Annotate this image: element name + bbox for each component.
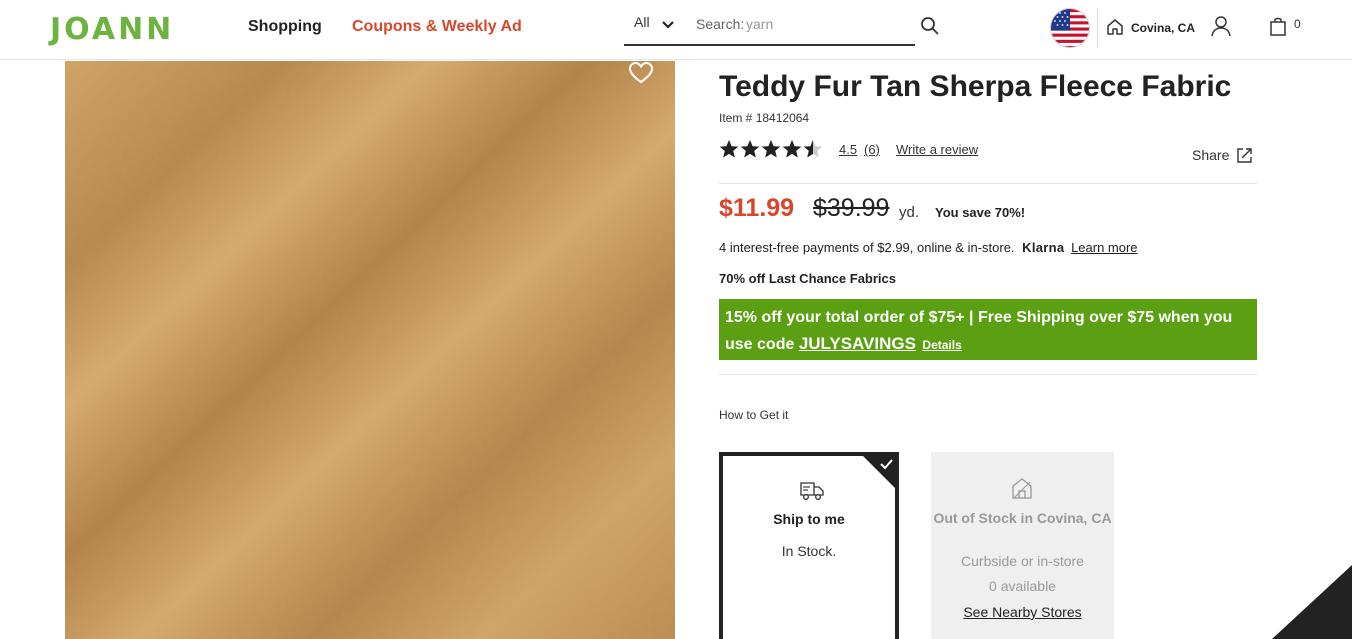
- klarna-logo: Klarna: [1022, 240, 1065, 255]
- feedback-tab-background: [1272, 565, 1352, 639]
- search-input[interactable]: [746, 13, 896, 35]
- store-pickup-title: Out of Stock in Covina, CA: [933, 510, 1112, 526]
- product-image[interactable]: [65, 61, 675, 639]
- klarna-message: 4 interest-free payments of $2.99, onlin…: [719, 240, 1138, 255]
- savings-text: You save 70%!: [935, 205, 1026, 220]
- divider: [719, 374, 1257, 375]
- truck-icon: [800, 482, 824, 500]
- site-header: JOANN Shopping Coupons & Weekly Ad All S…: [0, 0, 1352, 60]
- store-availability: 0 available: [989, 578, 1056, 594]
- see-nearby-stores-link[interactable]: See Nearby Stores: [931, 604, 1114, 620]
- promo-code[interactable]: JULYSAVINGS: [799, 334, 916, 353]
- last-chance-label: 70% off Last Chance Fabrics: [719, 271, 896, 286]
- search-category-select[interactable]: All: [634, 14, 650, 30]
- write-review-link[interactable]: Write a review: [896, 142, 978, 157]
- how-to-get-heading: How to Get it: [719, 408, 789, 422]
- rating-value[interactable]: 4.5: [839, 142, 857, 157]
- search-label: Search:: [696, 16, 745, 32]
- nav-shopping[interactable]: Shopping: [248, 18, 322, 36]
- header-divider: [1097, 8, 1098, 48]
- home-icon[interactable]: [1106, 18, 1124, 36]
- cart-count[interactable]: 0: [1294, 17, 1301, 31]
- product-title: Teddy Fur Tan Sherpa Fleece Fabric: [719, 70, 1232, 103]
- chevron-down-icon[interactable]: [661, 18, 675, 32]
- ship-to-me-title: Ship to me: [773, 511, 845, 527]
- share-button[interactable]: Share: [1192, 147, 1229, 163]
- store-pickup-option[interactable]: Out of Stock in Covina, CA Curbside or i…: [931, 452, 1114, 639]
- share-icon[interactable]: [1236, 147, 1253, 164]
- joann-logo[interactable]: JOANN: [50, 12, 174, 47]
- search-icon[interactable]: [920, 16, 940, 36]
- us-flag-icon[interactable]: [1050, 8, 1090, 48]
- feedback-tab[interactable]: Feedback: [1272, 565, 1352, 639]
- store-icon: [1012, 478, 1032, 499]
- klarna-learn-more-link[interactable]: Learn more: [1071, 240, 1137, 255]
- klarna-text: 4 interest-free payments of $2.99, onlin…: [719, 240, 1015, 255]
- item-number-label: Item #: [719, 111, 753, 125]
- heart-icon[interactable]: [628, 61, 654, 85]
- shopping-bag-icon[interactable]: [1268, 16, 1288, 36]
- ship-stock-status: In Stock.: [781, 543, 837, 559]
- store-pickup-subtitle: Curbside or in-store: [961, 553, 1084, 569]
- rating-stars[interactable]: [719, 139, 829, 159]
- checkmark-icon: [859, 452, 899, 492]
- item-number-value: 18412064: [755, 111, 810, 125]
- search-bar: All Search:: [624, 8, 915, 46]
- item-number: Item # 18412064: [719, 111, 809, 125]
- promo-banner: 15% off your total order of $75+ | Free …: [719, 299, 1257, 360]
- divider: [719, 183, 1257, 184]
- promo-details-link[interactable]: Details: [922, 338, 961, 352]
- ship-to-me-option[interactable]: Ship to me In Stock.: [719, 452, 899, 639]
- store-location[interactable]: Covina, CA: [1131, 21, 1195, 35]
- review-count[interactable]: (6): [864, 142, 880, 157]
- price-unit: yd.: [899, 204, 920, 221]
- nav-coupons-weekly-ad[interactable]: Coupons & Weekly Ad: [352, 18, 522, 36]
- sale-price: $11.99: [719, 194, 795, 222]
- user-icon[interactable]: [1210, 15, 1232, 37]
- original-price: $39.99: [813, 194, 890, 222]
